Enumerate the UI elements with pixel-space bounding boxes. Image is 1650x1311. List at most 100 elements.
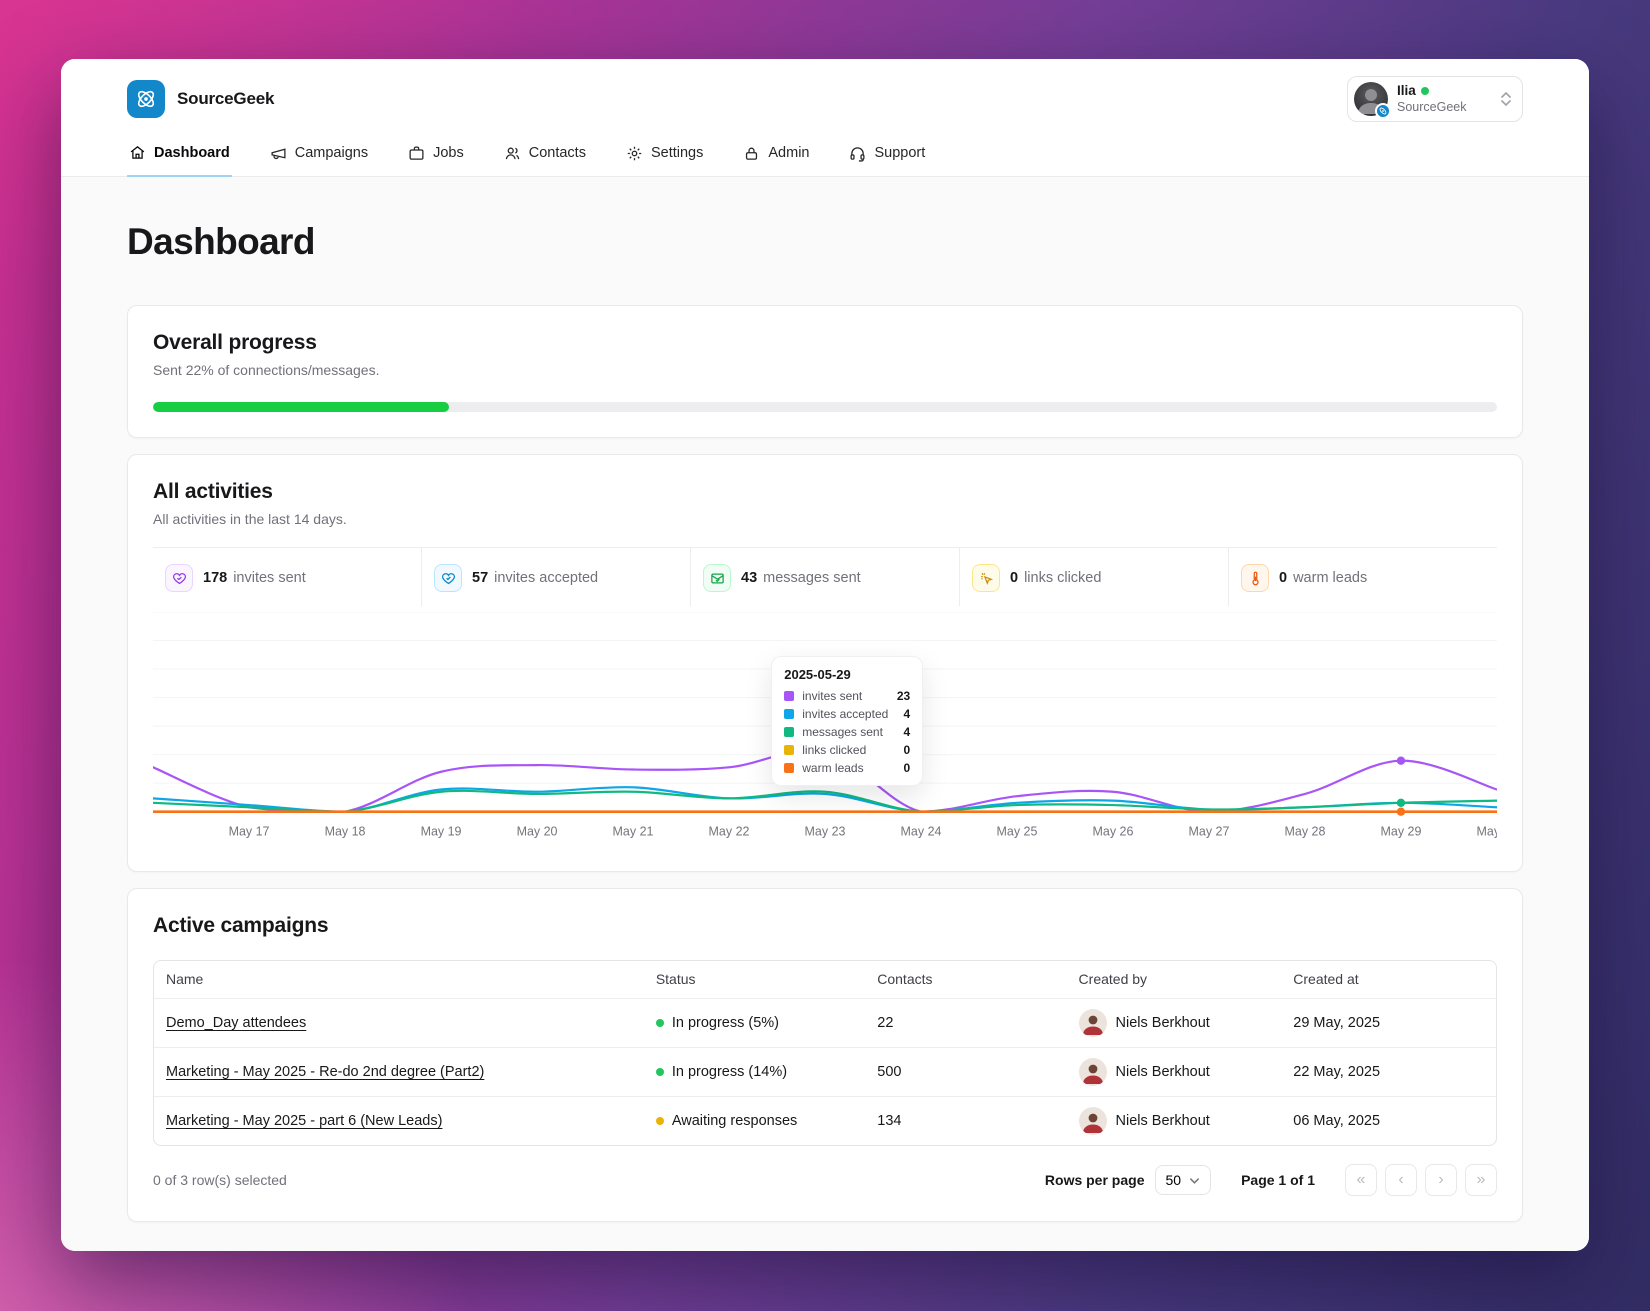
- contacts-count: 22: [865, 998, 1067, 1048]
- page-content: Dashboard Overall progress Sent 22% of c…: [61, 177, 1589, 1251]
- contacts-count: 134: [865, 1096, 1067, 1146]
- x-axis-label: May 24: [901, 825, 942, 839]
- nav-item-admin[interactable]: Admin: [741, 136, 811, 176]
- table-row[interactable]: Demo_Day attendees In progress (5%) 22 N…: [154, 998, 1496, 1048]
- rows-per-page-select[interactable]: 50: [1154, 1165, 1212, 1196]
- nav-item-settings[interactable]: Settings: [624, 136, 705, 176]
- desktop-background: SourceGeek Ilia SourceGeek Dashboard Cam…: [0, 0, 1650, 1311]
- x-axis-label: May 28: [1285, 825, 1326, 839]
- rows-per-page-label: Rows per page: [1044, 1172, 1145, 1189]
- creator-avatar: [1078, 1058, 1107, 1087]
- user-menu-button[interactable]: Ilia SourceGeek: [1347, 76, 1523, 122]
- page-title: Dashboard: [127, 221, 315, 262]
- rows-per-page-value: 50: [1165, 1172, 1182, 1189]
- stat-label: links clicked: [1024, 570, 1102, 586]
- created-at: 22 May, 2025: [1281, 1047, 1496, 1097]
- heart-handshake-icon: [165, 564, 193, 592]
- stat-value: 0: [1010, 570, 1019, 586]
- status-text: Awaiting responses: [671, 1113, 798, 1130]
- next-page-button[interactable]: ›: [1425, 1164, 1457, 1197]
- heart-check-icon: [434, 564, 462, 592]
- campaign-link[interactable]: Marketing - May 2025 - Re-do 2nd degree …: [166, 1064, 484, 1080]
- stat-links-clicked: 0 links clicked: [959, 548, 1228, 606]
- nav-item-dashboard[interactable]: Dashboard: [127, 136, 232, 177]
- x-axis-label: May 19: [421, 825, 462, 839]
- overall-progress-card: Overall progress Sent 22% of connections…: [127, 305, 1523, 438]
- creator-name: Niels Berkhout: [1115, 1113, 1210, 1130]
- thermometer-icon: [1241, 564, 1269, 592]
- chart-tooltip: 2025-05-29 invites sent 23 invites accep…: [771, 656, 924, 786]
- table-header-row: Name Status Contacts Created by Created …: [154, 961, 1496, 999]
- creator-avatar: [1078, 1009, 1107, 1038]
- series-swatch: [784, 691, 795, 701]
- tooltip-row: invites sent 23: [784, 689, 910, 703]
- tooltip-row: links clicked 0: [784, 743, 910, 757]
- selection-summary: 0 of 3 row(s) selected: [153, 1172, 287, 1189]
- sourcegeek-logo-icon: [127, 80, 165, 118]
- app-header: SourceGeek Ilia SourceGeek Dashboard Cam…: [61, 59, 1589, 177]
- app-name: SourceGeek: [177, 89, 275, 108]
- first-page-button[interactable]: «: [1345, 1164, 1377, 1197]
- tooltip-row: warm leads 0: [784, 761, 910, 775]
- stat-invites-sent: 178 invites sent: [153, 548, 421, 606]
- nav-item-contacts[interactable]: Contacts: [502, 136, 588, 176]
- card-title: All activities: [153, 480, 273, 503]
- series-swatch: [784, 709, 795, 719]
- contacts-count: 500: [865, 1047, 1067, 1097]
- x-axis-label: May 23: [805, 825, 846, 839]
- table-row[interactable]: Marketing - May 2025 - Re-do 2nd degree …: [154, 1047, 1496, 1097]
- campaigns-table: Name Status Contacts Created by Created …: [153, 959, 1497, 1147]
- nav-item-label: Dashboard: [154, 144, 230, 161]
- nav-item-support[interactable]: Support: [847, 136, 927, 176]
- x-axis-label: May 29: [1381, 825, 1422, 839]
- home-icon: [130, 146, 145, 159]
- user-name: Ilia: [1397, 82, 1416, 98]
- nav-item-campaigns[interactable]: Campaigns: [268, 136, 370, 176]
- campaign-link[interactable]: Demo_Day attendees: [166, 1015, 306, 1031]
- online-status-dot: [1420, 87, 1429, 96]
- card-title: Active campaigns: [153, 913, 329, 937]
- main-nav: Dashboard Campaigns Jobs Contacts Settin…: [127, 136, 1523, 177]
- activity-chart[interactable]: May 17 May 18 May 19 May 20 May 21 May 22 May …: [153, 612, 1497, 846]
- x-axis-label: May 20: [517, 825, 558, 839]
- created-at: 29 May, 2025: [1281, 998, 1496, 1048]
- all-activities-card: All activities All activities in the las…: [127, 454, 1523, 872]
- creator-avatar: [1078, 1107, 1107, 1136]
- lock-icon: [746, 147, 758, 160]
- x-axis-label: May 26: [1093, 825, 1134, 839]
- headset-icon: [850, 146, 865, 162]
- col-name: Name: [166, 971, 204, 988]
- active-campaigns-card: Active campaigns Name Status Contacts Cr…: [127, 887, 1523, 1223]
- created-at: 06 May, 2025: [1281, 1096, 1496, 1146]
- stat-warm-leads: 0 warm leads: [1228, 548, 1497, 606]
- x-axis-label: May 27: [1189, 825, 1230, 839]
- x-axis-label: May 17: [229, 825, 270, 839]
- nav-item-label: Campaigns: [294, 145, 369, 161]
- col-created-by: Created by: [1078, 971, 1148, 988]
- briefcase-icon: [409, 145, 424, 160]
- stat-label: invites sent: [233, 570, 306, 586]
- chevron-up-down-icon: [1500, 92, 1512, 106]
- stat-value: 178: [203, 570, 228, 586]
- pointer-click-icon: [972, 564, 1000, 592]
- col-status: Status: [655, 971, 696, 988]
- nav-item-label: Admin: [768, 145, 810, 161]
- gear-icon: [627, 146, 642, 160]
- prev-page-button[interactable]: ‹: [1385, 1164, 1417, 1197]
- stat-messages-sent: 43 messages sent: [690, 548, 959, 606]
- creator-name: Niels Berkhout: [1115, 1015, 1210, 1032]
- tooltip-row: invites accepted 4: [784, 707, 910, 721]
- card-subtitle: All activities in the last 14 days.: [153, 511, 347, 527]
- page-info: Page 1 of 1: [1241, 1172, 1315, 1189]
- users-icon: [505, 147, 519, 159]
- campaign-link[interactable]: Marketing - May 2025 - part 6 (New Leads…: [166, 1113, 442, 1129]
- user-avatar: [1354, 82, 1391, 119]
- stat-label: messages sent: [763, 570, 861, 586]
- nav-item-jobs[interactable]: Jobs: [406, 136, 466, 176]
- stat-value: 0: [1279, 570, 1288, 586]
- last-page-button[interactable]: »: [1465, 1164, 1497, 1197]
- table-row[interactable]: Marketing - May 2025 - part 6 (New Leads…: [154, 1096, 1496, 1146]
- nav-item-label: Support: [874, 145, 926, 161]
- nav-item-label: Jobs: [433, 145, 464, 161]
- user-org: SourceGeek: [1397, 99, 1467, 114]
